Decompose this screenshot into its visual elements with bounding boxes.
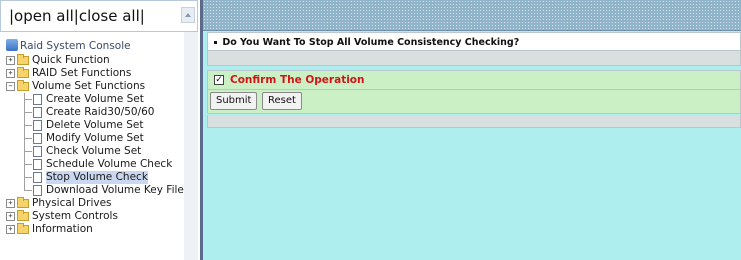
tree-item-create-volume-set[interactable]: Create Volume Set — [6, 93, 144, 106]
tree-root[interactable]: Raid System Console — [6, 39, 131, 54]
folder-icon — [17, 67, 29, 78]
spacer-band — [207, 115, 741, 128]
tree-connector — [24, 151, 32, 152]
stop-volume-check-form: Do You Want To Stop All Volume Consisten… — [207, 32, 741, 128]
tree-item-label: Create Raid30/50/60 — [46, 106, 155, 118]
expand-plus-icon[interactable]: + — [6, 212, 15, 221]
tree-group-label: Information — [32, 223, 93, 235]
page-icon — [33, 120, 42, 131]
confirm-label: Confirm The Operation — [230, 74, 365, 86]
navigation-frame: |open all|close all| Raid System Console… — [0, 0, 200, 260]
tree-item-delete-volume-set[interactable]: Delete Volume Set — [6, 119, 143, 132]
tree-group-information[interactable]: + Information — [6, 223, 131, 236]
page-icon — [33, 107, 42, 118]
tree-group-physical-drives[interactable]: + Physical Drives — [6, 197, 131, 210]
spacer-band — [207, 51, 741, 66]
folder-icon — [17, 54, 29, 65]
tree-connector — [24, 99, 32, 100]
folder-icon — [17, 210, 29, 221]
bullet-icon — [214, 41, 217, 44]
open-close-all-links[interactable]: |open all|close all| — [9, 7, 145, 25]
tree-group-quick-function[interactable]: + Quick Function — [6, 54, 131, 67]
tree-group-label: Physical Drives — [32, 197, 112, 209]
folder-icon — [17, 197, 29, 208]
tree-group-system-controls[interactable]: + System Controls — [6, 210, 131, 223]
page-icon — [33, 133, 42, 144]
tree-group-raid-set-functions[interactable]: + RAID Set Functions — [6, 67, 131, 80]
tree-group-label: Volume Set Functions — [32, 80, 146, 92]
raid-console-icon — [6, 39, 18, 51]
tree-connector — [24, 125, 32, 126]
tree-item-label: Modify Volume Set — [46, 132, 144, 144]
page-icon — [33, 94, 42, 105]
tree-controls-bar: |open all|close all| — [0, 0, 198, 32]
button-row: Submit Reset — [207, 90, 741, 114]
tree-item-label: Create Volume Set — [46, 93, 144, 105]
tree-item-label: Check Volume Set — [46, 145, 142, 157]
tree-connector — [24, 138, 32, 139]
tree-connector — [24, 190, 32, 191]
page-icon — [33, 172, 42, 183]
tree-item-label: Schedule Volume Check — [46, 158, 173, 170]
submit-button[interactable]: Submit — [210, 92, 258, 110]
tree-connector — [24, 164, 32, 165]
tree-scrollbar[interactable] — [184, 32, 198, 260]
page-icon — [33, 185, 42, 196]
navigation-tree: Raid System Console + Quick Function + R… — [6, 39, 184, 236]
page-icon — [33, 159, 42, 170]
tree-item-label-selected: Stop Volume Check — [46, 171, 148, 184]
folder-icon — [17, 223, 29, 234]
tree-group-volume-set-functions[interactable]: − Volume Set Functions — [6, 80, 145, 93]
tree-item-label: Delete Volume Set — [46, 119, 144, 131]
open-folder-icon — [17, 80, 29, 91]
collapse-minus-icon[interactable]: − — [6, 82, 15, 91]
tree-item-check-volume-set[interactable]: Check Volume Set — [6, 145, 141, 158]
expand-plus-icon[interactable]: + — [6, 199, 15, 208]
expand-plus-icon[interactable]: + — [6, 225, 15, 234]
confirm-row: ✓ Confirm The Operation — [207, 70, 741, 90]
reset-button[interactable]: Reset — [262, 92, 302, 110]
expand-plus-icon[interactable]: + — [6, 56, 15, 65]
content-frame: Do You Want To Stop All Volume Consisten… — [203, 0, 741, 260]
tree-connector — [24, 112, 32, 113]
scroll-up-arrow-icon[interactable] — [181, 7, 195, 23]
tree-item-label: Download Volume Key File — [46, 184, 184, 196]
tree-item-schedule-volume-check[interactable]: Schedule Volume Check — [6, 158, 172, 171]
tree-item-create-raid30-50-60[interactable]: Create Raid30/50/60 — [6, 106, 154, 119]
confirm-checkbox[interactable]: ✓ — [214, 75, 224, 85]
tree-group-label: Quick Function — [32, 54, 110, 66]
tree-item-modify-volume-set[interactable]: Modify Volume Set — [6, 132, 144, 145]
tree-root-label: Raid System Console — [20, 40, 131, 52]
question-heading: Do You Want To Stop All Volume Consisten… — [207, 32, 741, 51]
question-text: Do You Want To Stop All Volume Consisten… — [222, 37, 520, 48]
tree-group-label: System Controls — [32, 210, 118, 222]
tree-connector — [24, 177, 32, 178]
page-icon — [33, 146, 42, 157]
expand-plus-icon[interactable]: + — [6, 69, 15, 78]
tree-item-stop-volume-check[interactable]: Stop Volume Check — [6, 171, 148, 184]
content-header-pattern — [203, 0, 741, 31]
tree-group-label: RAID Set Functions — [32, 67, 132, 79]
tree-item-download-volume-key-file[interactable]: Download Volume Key File — [6, 184, 184, 197]
